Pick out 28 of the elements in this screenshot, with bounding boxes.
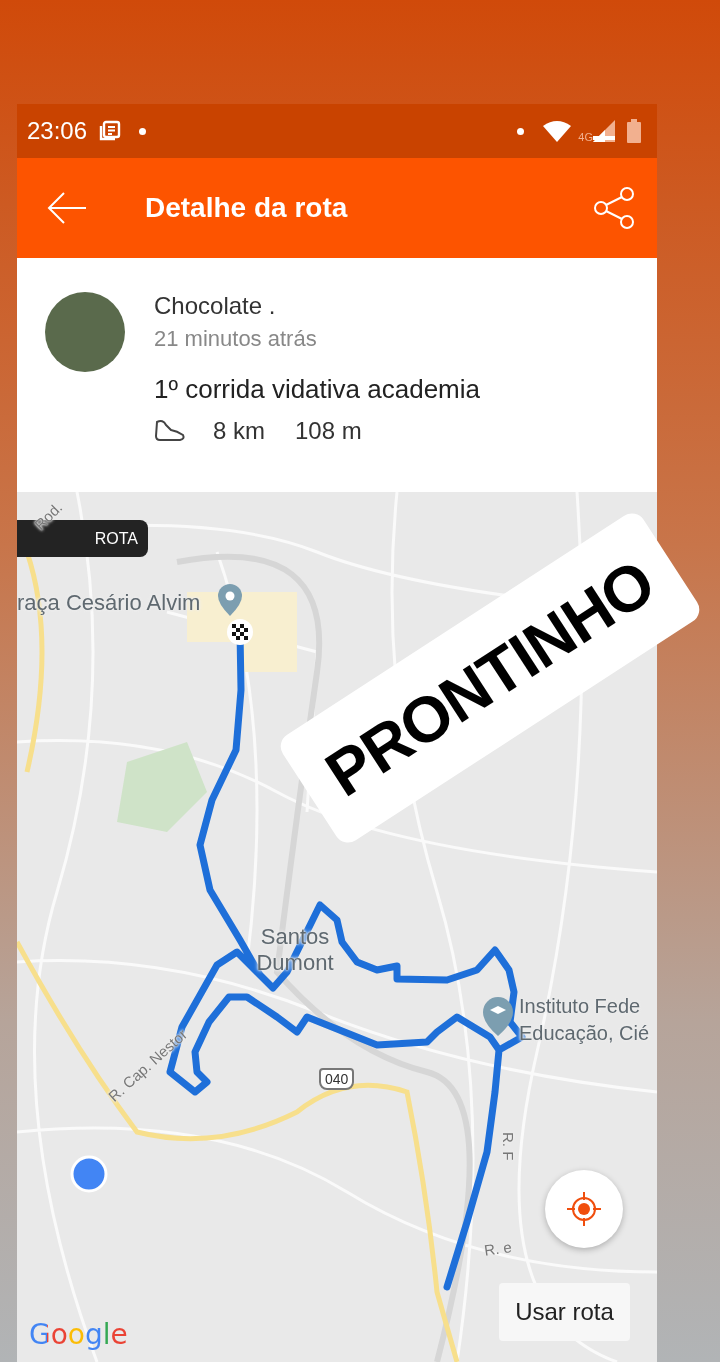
shoe-icon <box>154 419 186 443</box>
map-pin-icon <box>218 584 242 616</box>
signal-icon <box>593 120 615 142</box>
locate-button[interactable] <box>545 1170 623 1248</box>
crosshair-icon <box>564 1189 604 1229</box>
place-label: Instituto Fede <box>519 995 641 1018</box>
notification-dot-icon <box>139 127 147 135</box>
battery-icon <box>627 119 641 143</box>
highway-shield: 040 <box>319 1068 355 1090</box>
time-ago: 21 minutos atrás <box>154 325 318 353</box>
school-pin-icon <box>483 997 513 1036</box>
street-label: R. F <box>500 1132 517 1161</box>
network-type: 4G <box>578 131 593 143</box>
share-button[interactable] <box>593 186 635 230</box>
news-icon <box>99 120 122 142</box>
current-location-dot <box>70 1155 108 1193</box>
elevation: 108 m <box>295 417 362 445</box>
status-time: 23:06 <box>27 117 88 145</box>
street-label: R. e <box>483 1238 513 1259</box>
notification-dot-icon <box>517 127 525 135</box>
back-button[interactable] <box>47 191 87 225</box>
author-name[interactable]: Chocolate . <box>154 292 480 320</box>
distance: 8 km <box>213 417 265 445</box>
screen-title: Detalhe da rota <box>145 192 349 224</box>
activity-title: 1º corrida vidativa academia <box>154 374 480 405</box>
finish-flag-icon <box>227 619 253 645</box>
wifi-icon <box>542 120 573 142</box>
use-route-button[interactable]: Usar rota <box>499 1283 630 1341</box>
